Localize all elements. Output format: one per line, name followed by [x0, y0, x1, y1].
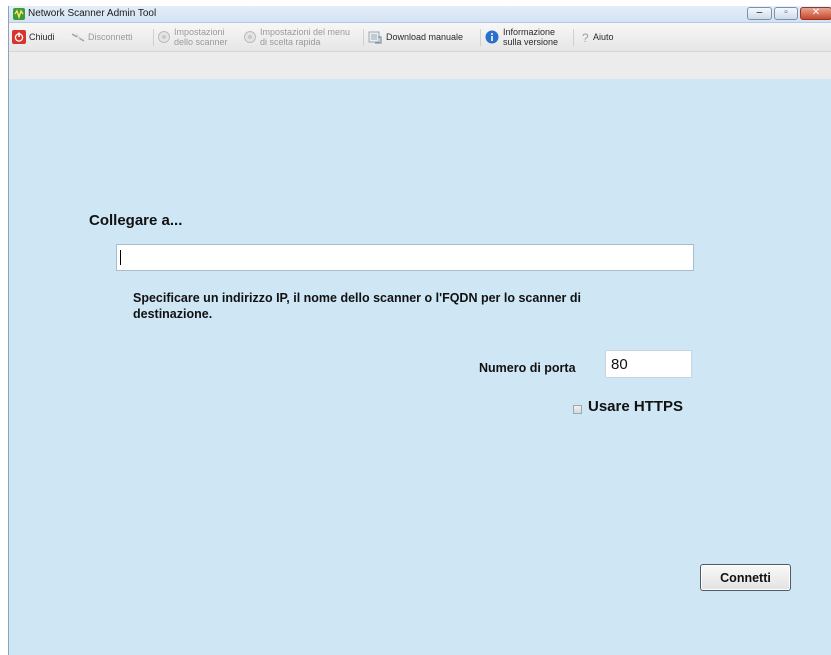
connect-button[interactable]: Connetti	[700, 564, 791, 591]
version-info-button[interactable]: Informazione sulla versione	[485, 27, 569, 49]
close-window-button[interactable]: ✕	[800, 7, 831, 20]
scanner-settings-label-line1: Impostazioni	[174, 27, 225, 37]
maximize-icon: ▫	[784, 7, 788, 18]
app-logo-icon	[13, 8, 25, 20]
toolbar-separator	[480, 29, 481, 46]
host-help-text: Specificare un indirizzo IP, il nome del…	[133, 291, 581, 321]
info-icon	[485, 30, 499, 44]
host-input[interactable]	[116, 244, 694, 271]
version-info-label-line2: sulla versione	[503, 37, 559, 47]
app-window: Network Scanner Admin Tool ‒ ▫ ✕ Chiudi	[8, 6, 831, 655]
disconnect-icon	[71, 33, 85, 42]
disconnect-button[interactable]: Disconnetti	[71, 27, 151, 49]
quick-menu-settings-button[interactable]: Impostazioni del menu di scelta rapida	[243, 27, 359, 49]
version-info-label-line1: Informazione	[503, 27, 556, 37]
port-label: Numero di porta	[479, 361, 576, 375]
gear-icon	[158, 31, 170, 43]
maximize-button[interactable]: ▫	[774, 7, 798, 20]
toolbar-separator	[153, 29, 154, 46]
port-input[interactable]	[605, 350, 692, 378]
disconnect-label: Disconnetti	[88, 32, 133, 42]
version-info-label: Informazione sulla versione	[503, 27, 558, 47]
toolbar-row: Chiudi Disconnetti Impostazioni dello sc…	[9, 23, 831, 52]
power-icon	[12, 30, 26, 44]
window-title: Network Scanner Admin Tool	[28, 8, 157, 19]
quick-menu-settings-label-line1: Impostazioni del menu	[260, 27, 351, 37]
help-label: Aiuto	[593, 32, 614, 42]
quick-menu-settings-label-line2: di scelta rapida	[260, 37, 321, 47]
text-caret	[120, 250, 121, 265]
download-manual-label: Download manuale	[386, 32, 464, 42]
svg-text:?: ?	[582, 31, 589, 44]
toolbar: Chiudi Disconnetti Impostazioni dello sc…	[9, 23, 831, 79]
close-app-button[interactable]: Chiudi	[12, 27, 64, 49]
download-icon	[368, 31, 382, 44]
scanner-settings-label: Impostazioni dello scanner	[174, 27, 228, 47]
toolbar-separator	[573, 29, 574, 46]
connect-heading: Collegare a...	[89, 212, 183, 229]
https-label[interactable]: Usare HTTPS	[588, 398, 683, 415]
scanner-settings-button[interactable]: Impostazioni dello scanner	[157, 27, 237, 49]
scanner-settings-label-line2: dello scanner	[174, 37, 228, 47]
toolbar-separator	[363, 29, 364, 46]
minimize-button[interactable]: ‒	[747, 7, 772, 20]
help-icon: ?	[582, 31, 589, 44]
https-checkbox[interactable]	[573, 405, 582, 414]
gear-icon	[244, 31, 256, 43]
quick-menu-settings-label: Impostazioni del menu di scelta rapida	[260, 27, 350, 47]
close-icon: ✕	[811, 7, 821, 18]
minimize-icon: ‒	[756, 7, 763, 18]
title-bar: Network Scanner Admin Tool ‒ ▫ ✕	[9, 6, 831, 23]
help-button[interactable]: ? Aiuto	[579, 27, 629, 49]
download-manual-button[interactable]: Download manuale	[368, 27, 478, 49]
connect-panel: Collegare a... Specificare un indirizzo …	[9, 80, 831, 655]
close-app-label: Chiudi	[29, 32, 55, 42]
